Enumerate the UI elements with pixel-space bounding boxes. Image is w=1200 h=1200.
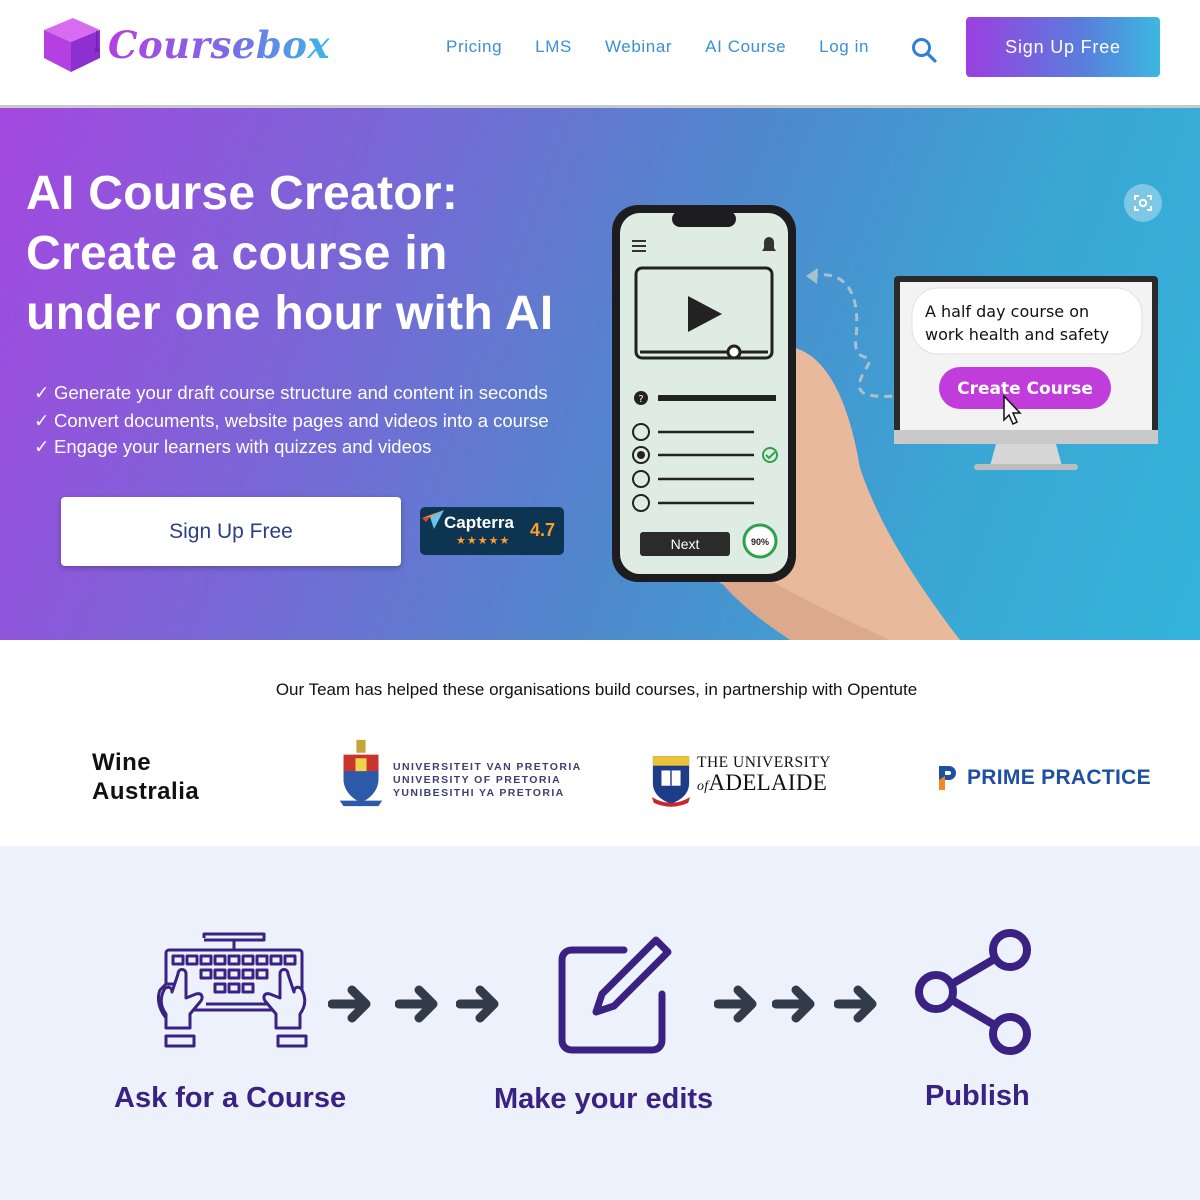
hero-signup-button[interactable]: Sign Up Free	[61, 497, 401, 566]
feature-item: ✓ Generate your draft course structure an…	[34, 379, 549, 407]
phone-progress-label: 90%	[751, 537, 769, 547]
create-course-label: Create Course	[957, 379, 1093, 399]
arrow-right-icon	[772, 985, 815, 1023]
capterra-arrow-icon	[422, 510, 444, 529]
wine-australia-logo: Wine Australia	[92, 749, 200, 805]
arrow-right-icon	[714, 985, 757, 1023]
step-label-edit: Make your edits	[494, 1083, 714, 1115]
hero-section: AI Course Creator: Create a course in un…	[0, 108, 1200, 640]
university-of-pretoria-logo: UNIVERSITEIT VAN PRETORIA UNIVERSITY OF …	[338, 737, 580, 809]
monitor-mockup: A half day course on work health and saf…	[894, 276, 1158, 470]
step-label-publish: Publish	[925, 1080, 1030, 1112]
adelaide-crest-icon	[651, 756, 691, 807]
prompt-line-1: A half day course on	[925, 302, 1089, 321]
capterra-name: Capterra	[444, 513, 514, 532]
share-icon	[915, 929, 1031, 1055]
nav-pricing[interactable]: Pricing	[446, 37, 502, 57]
prime-practice-logo: PRIME PRACTICE	[936, 763, 1151, 793]
check-icon: ✓	[34, 410, 50, 431]
graduation-box-icon	[44, 18, 100, 72]
scan-icon	[1134, 195, 1152, 211]
hero-title-line: Create a course in	[26, 227, 448, 280]
header-signup-button[interactable]: Sign Up Free	[966, 17, 1160, 77]
main-nav: Pricing LMS Webinar AI Course Log in	[446, 37, 902, 57]
adelaide-line-2: ADELAIDE	[708, 770, 828, 795]
svg-text:?: ?	[638, 394, 643, 405]
edit-icon	[558, 936, 672, 1054]
prompt-line-2: work health and safety	[925, 325, 1109, 344]
search-icon[interactable]	[910, 36, 938, 64]
pretoria-line: UNIVERSITY OF PRETORIA	[393, 774, 562, 786]
arrow-right-icon	[456, 985, 499, 1023]
arrow-right-icon	[834, 985, 877, 1023]
brand-logo[interactable]: Coursebox	[40, 16, 330, 74]
nav-lms[interactable]: LMS	[535, 37, 572, 57]
arrow-right-icon	[328, 985, 371, 1023]
university-of-adelaide-logo: THE UNIVERSITY ofADELAIDE	[650, 752, 831, 810]
feature-list: ✓ Generate your draft course structure an…	[34, 379, 549, 461]
keyboard-hands-icon	[156, 932, 308, 1048]
hero-title-line: AI Course Creator:	[26, 167, 459, 220]
hero-title: AI Course Creator: Create a course in un…	[26, 164, 586, 344]
prime-practice-mark-icon	[939, 766, 956, 790]
check-icon: ✓	[34, 382, 50, 403]
pretoria-line: UNIVERSITEIT VAN PRETORIA	[393, 761, 582, 773]
rating-score: 4.7	[530, 520, 556, 540]
site-header: Coursebox Pricing LMS Webinar AI Course …	[0, 0, 1200, 108]
step-label-ask: Ask for a Course	[114, 1082, 347, 1114]
hero-title-line: under one hour with AI	[26, 287, 554, 340]
visual-search-button[interactable]	[1124, 184, 1162, 222]
phone-mockup: ? Next 90%	[612, 205, 796, 582]
brand-name: Coursebox	[108, 23, 331, 67]
check-icon: ✓	[34, 436, 50, 457]
nav-login[interactable]: Log in	[819, 37, 869, 57]
phone-next-button: Next	[671, 536, 700, 552]
partners-intro: Our Team has helped these organisations …	[275, 680, 918, 699]
pretoria-crest-icon	[339, 739, 383, 807]
hero-illustration: ? Next 90% A half day course on work hea…	[612, 205, 1158, 640]
feature-item: ✓ Convert documents, website pages and vi…	[34, 407, 549, 435]
arrow-right-icon	[395, 985, 438, 1023]
steps-section: Ask for a Course Make your edits Publish	[0, 846, 1200, 1200]
pretoria-line: YUNIBESITHI YA PRETORIA	[393, 787, 565, 799]
nav-webinar[interactable]: Webinar	[605, 37, 672, 57]
rating-stars: ★★★★★	[456, 535, 511, 547]
feature-item: ✓ Engage your learners with quizzes and v…	[34, 433, 549, 461]
nav-ai-course[interactable]: AI Course	[705, 37, 786, 57]
capterra-badge[interactable]: Capterra ★★★★★ 4.7	[420, 507, 564, 555]
adelaide-of: of	[697, 779, 709, 794]
prime-practice-name: PRIME PRACTICE	[967, 766, 1151, 789]
